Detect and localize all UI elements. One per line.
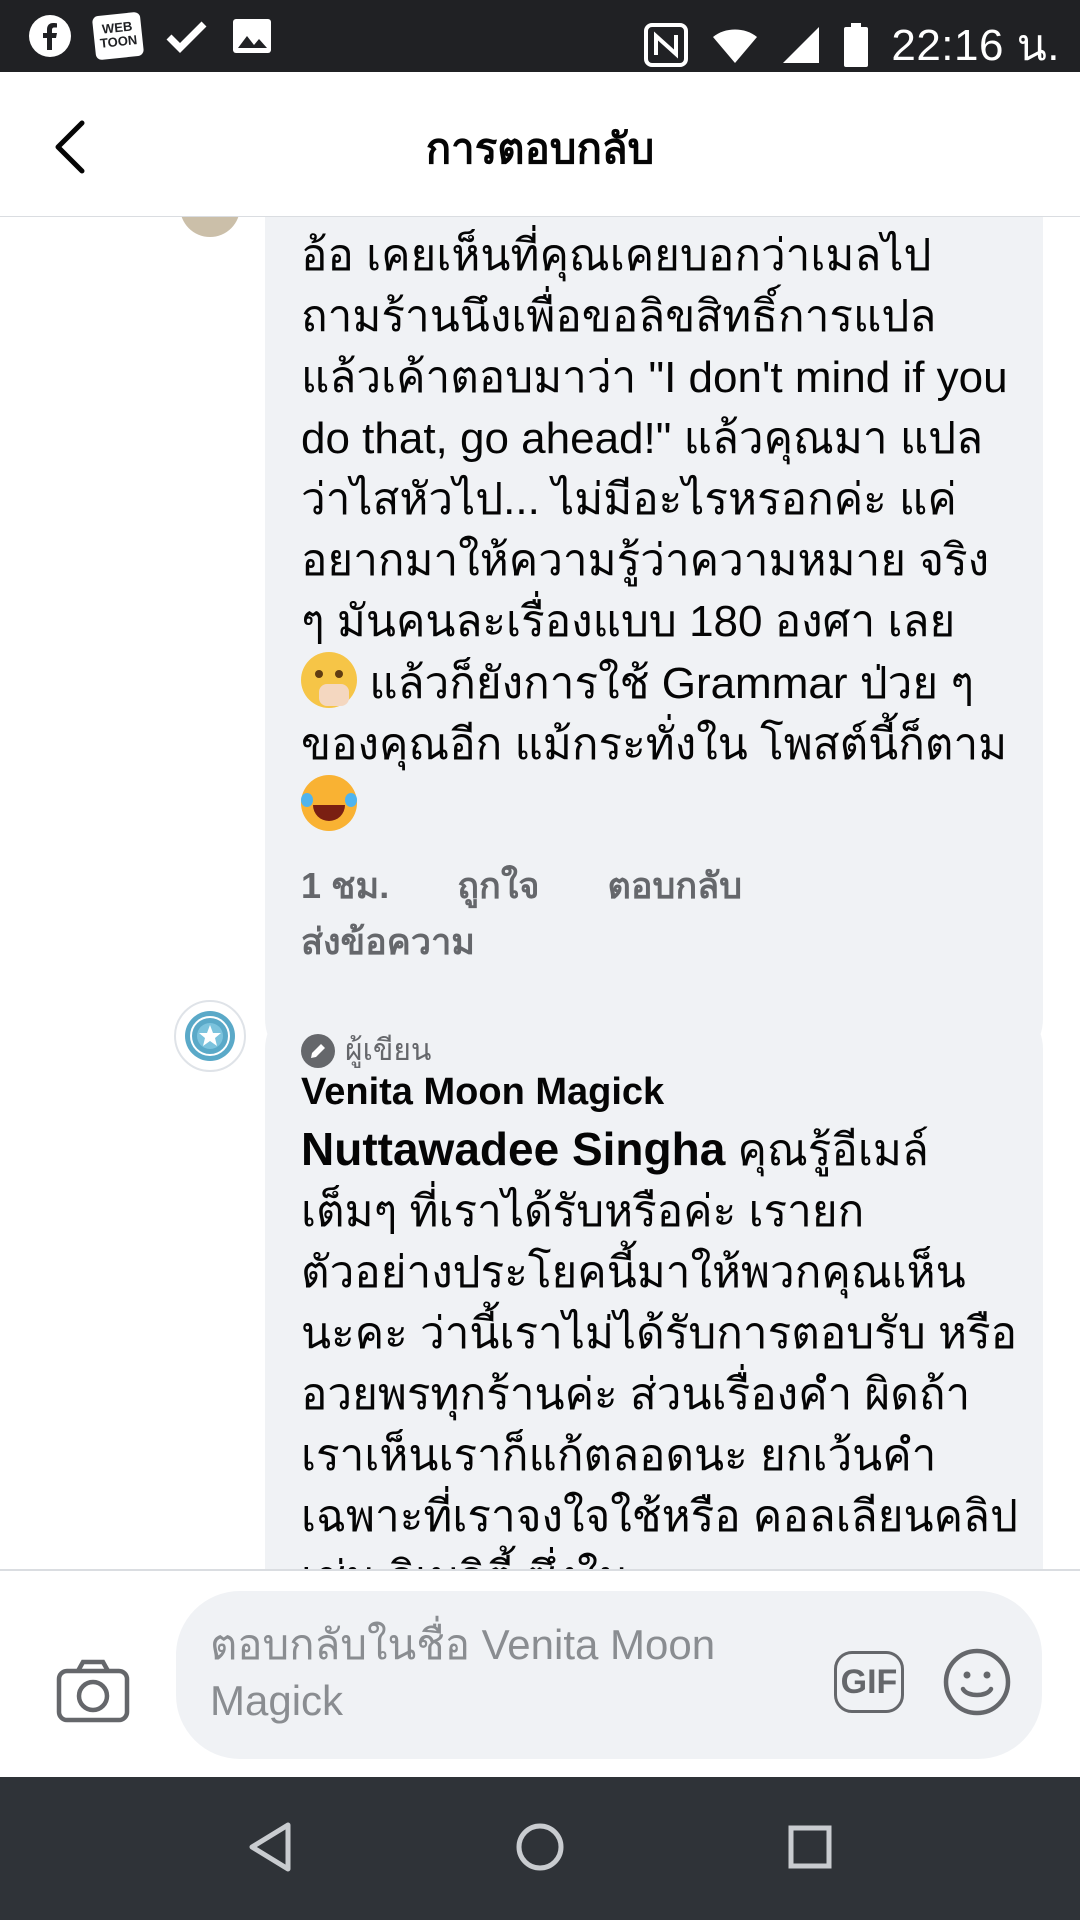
webtoon-icon: WEB TOON bbox=[91, 11, 145, 61]
nav-recents-button[interactable] bbox=[786, 1821, 834, 1878]
gif-button[interactable]: GIF bbox=[834, 1651, 904, 1713]
smiley-icon bbox=[943, 1648, 1011, 1716]
send-message-link[interactable]: ส่งข้อความ bbox=[301, 913, 475, 970]
reply-link[interactable]: ตอบกลับ bbox=[608, 865, 743, 906]
camera-button[interactable] bbox=[56, 1659, 130, 1728]
page-title: การตอบกลับ bbox=[425, 125, 655, 172]
notification-icons: WEB TOON bbox=[28, 11, 274, 61]
nav-back-button[interactable] bbox=[246, 1821, 296, 1878]
tears-of-joy-icon bbox=[301, 775, 357, 831]
avatar[interactable] bbox=[174, 1000, 246, 1072]
wifi-icon bbox=[713, 29, 758, 63]
facebook-icon bbox=[29, 15, 71, 57]
emoji-button[interactable] bbox=[942, 1647, 1012, 1722]
nav-home-button[interactable] bbox=[514, 1821, 566, 1878]
nav-home-icon bbox=[516, 1823, 564, 1871]
comment-actions: 1 ชม. ถูกใจ ตอบกลับ bbox=[301, 857, 800, 914]
header: การตอบกลับ bbox=[0, 72, 1080, 217]
comment-time: 1 ชม. bbox=[301, 865, 390, 906]
comments-thread[interactable]: อ้อ เคยเห็นที่คุณเคยบอกว่าเมลไป ถามร้านน… bbox=[0, 217, 1080, 1569]
signal-icon bbox=[783, 27, 820, 63]
page-logo-icon bbox=[185, 1011, 235, 1061]
comment-text-part: แล้วก็ยังการใช้ Grammar ป่วย ๆ ของคุณอีก… bbox=[301, 659, 1008, 769]
webtoon-text: WEB TOON bbox=[99, 18, 138, 51]
author-badge: ผู้เขียน bbox=[301, 1027, 431, 1074]
system-nav-bar bbox=[0, 1777, 1080, 1920]
camera-icon bbox=[56, 1659, 130, 1723]
pencil-icon bbox=[301, 1033, 335, 1068]
comment-author[interactable]: Venita Moon Magick bbox=[301, 1071, 664, 1114]
mention-link[interactable]: Nuttawadee Singha bbox=[301, 1123, 725, 1175]
nfc-icon bbox=[644, 23, 689, 67]
nav-back-icon bbox=[249, 1822, 291, 1872]
system-status: 22:16 น. bbox=[643, 10, 1060, 80]
image-icon bbox=[233, 19, 271, 53]
comment-text: Nuttawadee Singha คุณรู้อีเมล์ เต็มๆ ที่… bbox=[301, 1119, 1023, 1569]
like-link[interactable]: ถูกใจ bbox=[457, 865, 539, 906]
comment-text: อ้อ เคยเห็นที่คุณเคยบอกว่าเมลไป ถามร้านน… bbox=[301, 225, 1023, 837]
battery-icon bbox=[844, 23, 869, 67]
clock: 22:16 น. bbox=[891, 21, 1060, 70]
comment-text-part: อ้อ เคยเห็นที่คุณเคยบอกว่าเมลไป ถามร้านน… bbox=[301, 231, 1008, 646]
comment-text-part: คุณรู้อีเมล์ เต็มๆ ที่เราได้รับหรือค่ะ เ… bbox=[301, 1126, 1018, 1569]
reply-input-placeholder: ตอบกลับในชื่อ Venita Moon Magick bbox=[210, 1621, 716, 1724]
comment-bubble[interactable]: ผู้เขียน Venita Moon Magick Nuttawadee S… bbox=[265, 1001, 1043, 1569]
reply-composer: ตอบกลับในชื่อ Venita Moon Magick GIF bbox=[0, 1569, 1080, 1779]
reply-input[interactable]: ตอบกลับในชื่อ Venita Moon Magick GIF bbox=[176, 1591, 1042, 1759]
check-icon bbox=[166, 21, 207, 53]
status-bar: WEB TOON 22:16 น. bbox=[0, 0, 1080, 72]
author-badge-label: ผู้เขียน bbox=[345, 1034, 432, 1067]
avatar[interactable] bbox=[180, 217, 240, 237]
face-with-hand-over-mouth-icon bbox=[301, 652, 357, 708]
nav-recents-icon bbox=[788, 1825, 832, 1869]
